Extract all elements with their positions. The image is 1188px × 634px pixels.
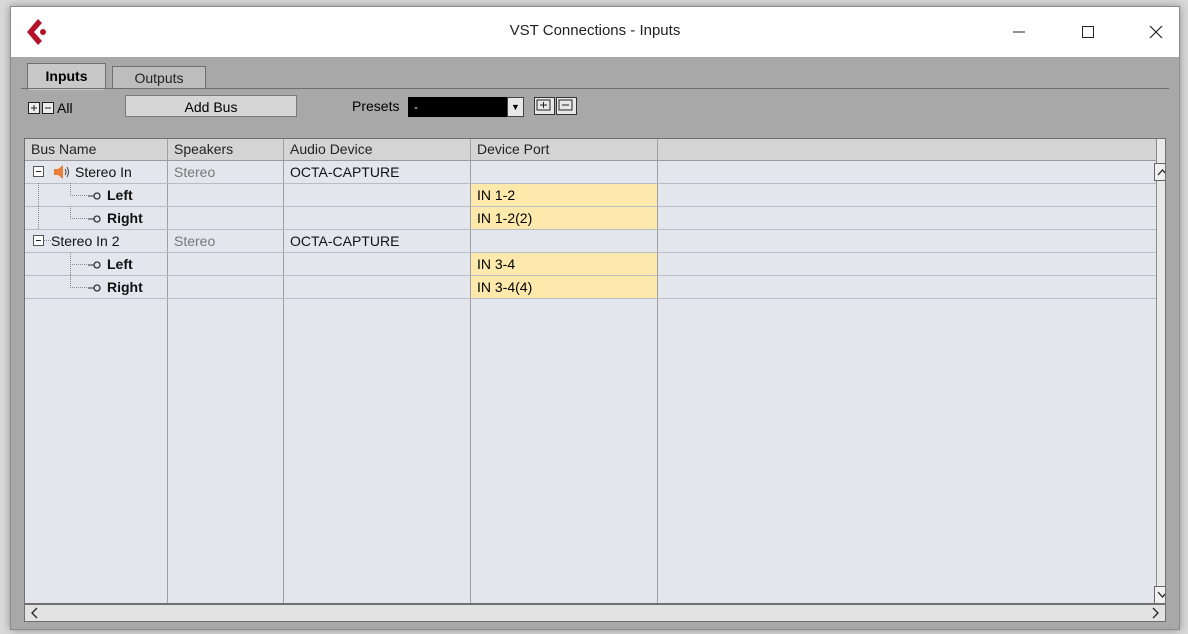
audio-device-cell[interactable]: OCTA-CAPTURE (284, 230, 470, 252)
table-row[interactable]: Right IN 1-2(2) (25, 206, 1156, 230)
speakers-cell[interactable]: Stereo (168, 230, 283, 252)
save-preset-icon (536, 99, 551, 111)
collapse-all-icon[interactable] (42, 102, 54, 114)
audio-device-cell[interactable] (284, 276, 470, 298)
device-port-cell[interactable]: IN 1-2(2) (471, 207, 657, 229)
horizontal-scrollbar[interactable] (24, 604, 1166, 622)
device-port-cell[interactable] (471, 161, 657, 183)
table-row[interactable]: Left IN 3-4 (25, 252, 1156, 276)
expand-collapse-all (28, 102, 54, 114)
presets-value: - (414, 100, 418, 114)
channel-port-icon (88, 192, 101, 200)
title-bar[interactable]: VST Connections - Inputs (11, 7, 1179, 57)
close-button[interactable] (1133, 7, 1179, 57)
save-preset-button[interactable] (534, 97, 555, 115)
bus-name-cell: Left (25, 252, 167, 275)
bus-name: Stereo In 2 (51, 233, 120, 249)
remove-preset-button[interactable] (556, 97, 577, 115)
channel-name: Right (107, 279, 143, 295)
collapse-tree-icon[interactable] (33, 166, 45, 178)
device-port-cell[interactable]: IN 1-2 (471, 184, 657, 206)
device-port-cell[interactable]: IN 3-4 (471, 253, 657, 275)
column-header-device-port[interactable]: Device Port (471, 139, 657, 160)
bus-name-cell: Stereo In 2 (25, 230, 167, 252)
channel-name: Left (107, 256, 133, 272)
channel-port-icon (88, 215, 101, 223)
maximize-button[interactable] (1065, 7, 1111, 57)
collapse-tree-icon[interactable] (33, 235, 53, 247)
chevron-left-icon[interactable] (29, 606, 41, 620)
maximize-icon (1082, 26, 1094, 38)
connections-table: Bus Name Speakers Audio Device Device Po… (24, 138, 1166, 604)
audio-device-cell[interactable]: OCTA-CAPTURE (284, 161, 470, 183)
speakers-cell[interactable] (168, 276, 283, 298)
bus-name: Stereo In (75, 164, 132, 180)
chevron-down-icon (1157, 591, 1165, 598)
bus-name-cell: Left (25, 183, 167, 206)
audio-device-cell[interactable] (284, 184, 470, 206)
speakers-cell[interactable] (168, 184, 283, 206)
chevron-right-icon[interactable] (1149, 606, 1161, 620)
bus-name-cell: Right (25, 206, 167, 229)
tab-inputs[interactable]: Inputs (27, 63, 106, 90)
table-row[interactable]: Right IN 3-4(4) (25, 275, 1156, 299)
presets-label: Presets (352, 98, 400, 114)
minimize-button[interactable] (996, 7, 1042, 57)
presets-dropdown[interactable]: - ▼ (408, 97, 524, 117)
minimize-icon (1013, 31, 1025, 33)
tab-outputs[interactable]: Outputs (112, 66, 206, 88)
audio-device-cell[interactable] (284, 253, 470, 275)
channel-name: Left (107, 187, 133, 203)
table-header: Bus Name Speakers Audio Device Device Po… (25, 139, 1156, 161)
speakers-cell[interactable] (168, 207, 283, 229)
channel-port-icon (88, 284, 101, 292)
column-header-speakers[interactable]: Speakers (168, 139, 283, 160)
audio-device-cell[interactable] (284, 207, 470, 229)
table-row[interactable]: Stereo In Stereo OCTA-CAPTURE (25, 161, 1156, 184)
column-header-audio-device[interactable]: Audio Device (284, 139, 470, 160)
channel-port-icon (88, 261, 101, 269)
device-port-cell[interactable] (471, 230, 657, 252)
table-row[interactable]: Stereo In 2 Stereo OCTA-CAPTURE (25, 230, 1156, 253)
speaker-icon (54, 165, 69, 179)
vertical-scrollbar[interactable] (1154, 139, 1165, 603)
device-port-cell[interactable]: IN 3-4(4) (471, 276, 657, 298)
chevron-down-icon[interactable]: ▼ (507, 97, 524, 117)
channel-name: Right (107, 210, 143, 226)
close-icon (1149, 25, 1163, 39)
scroll-down-button[interactable] (1154, 586, 1165, 603)
speakers-cell[interactable] (168, 253, 283, 275)
speakers-cell[interactable]: Stereo (168, 161, 283, 183)
bus-name-cell: Stereo In (25, 161, 167, 183)
table-row[interactable]: Left IN 1-2 (25, 183, 1156, 207)
column-header-bus-name[interactable]: Bus Name (25, 139, 167, 160)
bus-name-cell: Right (25, 275, 167, 298)
remove-preset-icon (558, 99, 573, 111)
chevron-up-icon (1157, 169, 1165, 176)
all-label: All (57, 100, 73, 116)
tab-divider (21, 88, 1169, 89)
add-bus-button[interactable]: Add Bus (125, 95, 297, 117)
expand-all-icon[interactable] (28, 102, 40, 114)
toolbar: All Add Bus Presets - ▼ (21, 95, 1169, 125)
vst-connections-window: VST Connections - Inputs Inputs Outputs … (10, 6, 1180, 630)
scroll-up-button[interactable] (1154, 163, 1165, 181)
